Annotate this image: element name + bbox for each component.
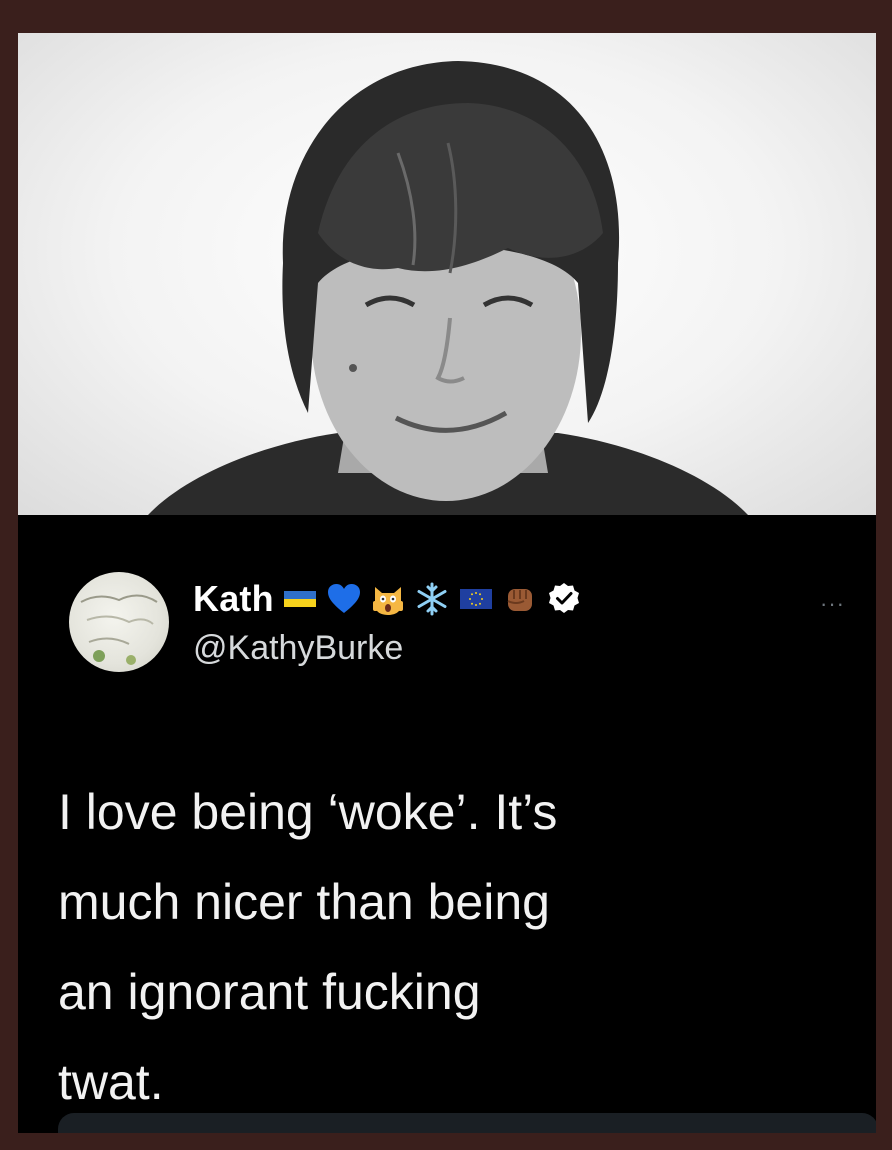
screenshot-frame: Kath @KathyBurke ··· I love being ‘woke’… xyxy=(18,33,876,1133)
tweet-card: Kath @KathyBurke ··· I love being ‘woke’… xyxy=(18,515,876,1133)
screaming-cat-icon xyxy=(370,581,406,617)
display-name[interactable]: Kath xyxy=(193,578,274,620)
raised-fist-icon xyxy=(502,581,538,617)
verified-badge-icon xyxy=(546,581,582,617)
user-handle[interactable]: @KathyBurke xyxy=(193,629,403,668)
tweet-text-line: an ignorant fucking xyxy=(58,964,481,1020)
ukraine-flag-icon xyxy=(282,581,318,617)
tweet-text-line: much nicer than being xyxy=(58,874,550,930)
next-card-edge xyxy=(58,1113,876,1133)
more-options-icon[interactable]: ··· xyxy=(820,591,845,617)
tweet-text-line: I love being ‘woke’. It’s xyxy=(58,784,558,840)
tweet-text: I love being ‘woke’. It’s much nicer tha… xyxy=(58,767,858,1127)
blue-heart-icon xyxy=(326,581,362,617)
snowflake-icon xyxy=(414,581,450,617)
portrait-photo xyxy=(18,33,876,515)
name-row: Kath xyxy=(193,575,582,623)
avatar[interactable] xyxy=(69,572,169,672)
eu-flag-icon xyxy=(458,581,494,617)
